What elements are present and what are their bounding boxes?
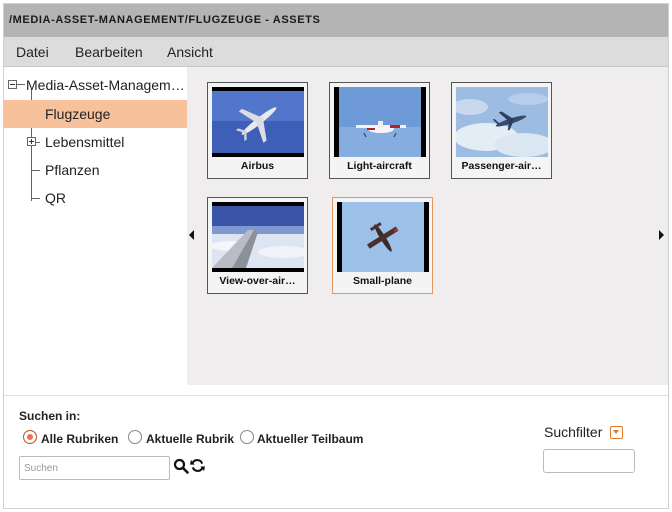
- tree-item-label: Lebensmittel: [45, 134, 125, 150]
- tree-item-label: Flugzeuge: [45, 106, 111, 122]
- tree-item-label: QR: [45, 190, 66, 206]
- passenger-airplane-icon: [456, 87, 548, 157]
- search-filter-label: Suchfilter: [544, 424, 603, 440]
- scroll-right-icon[interactable]: [659, 230, 664, 240]
- asset-caption: Airbus: [240, 160, 275, 172]
- airplane-wing-icon: [212, 202, 304, 272]
- category-tree: Media-Asset-Managem… Flugzeuge Lebensmit…: [4, 67, 187, 385]
- menu-bearbeiten[interactable]: Bearbeiten: [75, 44, 143, 60]
- airplane-icon: [212, 87, 304, 157]
- search-input[interactable]: [19, 456, 170, 480]
- asset-caption: Light-aircraft: [347, 160, 412, 172]
- tree-item-pflanzen[interactable]: Pflanzen: [4, 156, 187, 184]
- tree-item-qr[interactable]: QR: [4, 184, 187, 212]
- small-plane-icon: [337, 202, 429, 272]
- light-aircraft-icon: [334, 87, 426, 157]
- window-title: /MEDIA-ASSET-MANAGEMENT/FLUGZEUGE - ASSE…: [9, 14, 321, 26]
- refresh-icon[interactable]: [190, 458, 205, 476]
- asset-tile-view-over-airplane[interactable]: View-over-air…: [207, 197, 308, 294]
- radio-alle-rubriken[interactable]: [23, 430, 37, 444]
- radio-aktuelle-rubrik[interactable]: [128, 430, 142, 444]
- scroll-left-icon[interactable]: [189, 230, 194, 240]
- expand-icon[interactable]: [27, 137, 36, 146]
- tree-item-flugzeuge[interactable]: Flugzeuge: [4, 100, 187, 128]
- chevron-down-icon[interactable]: [610, 426, 623, 439]
- tree-item-label: Pflanzen: [45, 162, 100, 178]
- asset-tile-airbus[interactable]: Airbus: [207, 82, 308, 179]
- asset-tile-passenger-airplane[interactable]: Passenger-air…: [451, 82, 552, 179]
- tree-item-label: Media-Asset-Managem…: [26, 77, 185, 93]
- collapse-icon[interactable]: [8, 80, 17, 89]
- asset-caption: Small-plane: [353, 275, 412, 287]
- title-bar: /MEDIA-ASSET-MANAGEMENT/FLUGZEUGE - ASSE…: [4, 4, 668, 37]
- asset-grid: Airbus Light-aircraft Passenger-air… Vie…: [187, 67, 668, 385]
- menu-bar: Datei Bearbeiten Ansicht: [4, 37, 668, 67]
- radio-aktueller-teilbaum[interactable]: [240, 430, 254, 444]
- asset-caption: Passenger-air…: [461, 160, 542, 172]
- tree-item-root[interactable]: Media-Asset-Managem…: [4, 71, 187, 99]
- asset-caption: View-over-air…: [219, 275, 296, 287]
- asset-tile-light-aircraft[interactable]: Light-aircraft: [329, 82, 430, 179]
- asset-tile-small-plane[interactable]: Small-plane: [332, 197, 433, 294]
- search-icon[interactable]: [173, 458, 189, 477]
- search-panel: Suchen in: Alle Rubriken Aktuelle Rubrik…: [4, 395, 668, 508]
- tree-item-lebensmittel[interactable]: Lebensmittel: [4, 128, 187, 156]
- search-filter-input[interactable]: [543, 449, 635, 473]
- search-scope-heading: Suchen in:: [19, 409, 81, 423]
- tree-connector: [17, 84, 25, 85]
- menu-ansicht[interactable]: Ansicht: [167, 44, 213, 60]
- radio-label: Alle Rubriken: [41, 432, 119, 446]
- app-window: /MEDIA-ASSET-MANAGEMENT/FLUGZEUGE - ASSE…: [3, 3, 669, 509]
- menu-datei[interactable]: Datei: [16, 44, 49, 60]
- radio-label: Aktuelle Rubrik: [146, 432, 235, 446]
- radio-label: Aktueller Teilbaum: [257, 432, 364, 446]
